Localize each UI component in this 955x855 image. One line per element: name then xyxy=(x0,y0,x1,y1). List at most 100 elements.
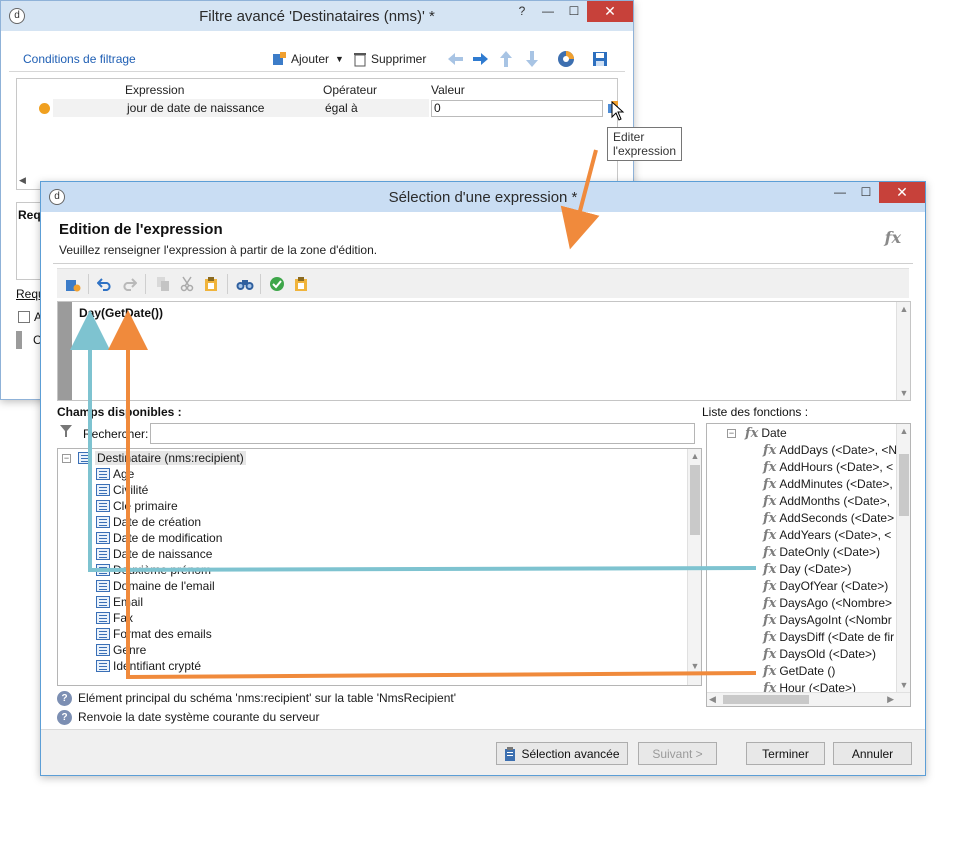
info-schema-text: Elément principal du schéma 'nms:recipie… xyxy=(78,691,456,705)
function-item[interactable]: fx DaysDiff (<Date de fir xyxy=(763,629,894,645)
scroll-down-icon[interactable]: ▼ xyxy=(897,678,910,692)
tree-root[interactable]: − Destinataire (nms:recipient) xyxy=(62,450,246,466)
fx-icon: fx xyxy=(763,612,777,628)
function-item[interactable]: fx DateOnly (<Date>) xyxy=(763,544,880,560)
tree-field-item[interactable]: Fax xyxy=(96,610,133,626)
delete-button[interactable]: Supprimer xyxy=(353,49,426,69)
scroll-up-icon[interactable]: ▲ xyxy=(897,302,911,316)
arrow-left-icon[interactable] xyxy=(446,49,464,69)
tree-field-item[interactable]: Deuxième prénom xyxy=(96,562,211,578)
scroll-up-icon[interactable]: ▲ xyxy=(688,449,701,463)
tree-field-item[interactable]: Domaine de l'email xyxy=(96,578,215,594)
collapse-icon[interactable]: − xyxy=(62,453,71,463)
row-expression[interactable]: jour de date de naissance xyxy=(127,101,264,115)
check-icon[interactable] xyxy=(267,274,287,294)
copy-icon[interactable] xyxy=(153,274,173,294)
tree-field-item[interactable]: Date de modification xyxy=(96,530,222,546)
functions-hscrollbar[interactable]: ◀ ▶ xyxy=(707,692,910,706)
undo-icon[interactable] xyxy=(95,274,115,294)
add-button[interactable]: Ajouter ▼ xyxy=(271,49,344,69)
function-item[interactable]: fx AddMinutes (<Date>, xyxy=(763,476,893,492)
function-item[interactable]: fx GetDate () xyxy=(763,663,835,679)
cancel-button[interactable]: Annuler xyxy=(833,742,912,765)
function-item[interactable]: fx DaysAgoInt (<Nombr xyxy=(763,612,892,628)
binoculars-icon[interactable] xyxy=(235,274,255,294)
function-item[interactable]: fx DaysAgo (<Nombre> xyxy=(763,595,892,611)
scroll-left-icon[interactable]: ◀ xyxy=(709,694,716,705)
expression-code[interactable]: Day(GetDate()) xyxy=(79,306,163,320)
scroll-down-icon[interactable]: ▼ xyxy=(897,386,911,400)
paste-special-icon[interactable] xyxy=(291,274,311,294)
maximize-icon[interactable]: ☐ xyxy=(853,182,879,202)
row-value-input[interactable]: 0 xyxy=(431,100,603,117)
close-icon[interactable]: ✕ xyxy=(879,182,925,203)
tree-field-item[interactable]: Age xyxy=(96,466,134,482)
maximize-icon[interactable]: ☐ xyxy=(561,1,587,21)
function-item[interactable]: fx AddDays (<Date>, <N xyxy=(763,442,897,458)
scroll-right-icon[interactable]: ▶ xyxy=(887,694,894,705)
tree-field-item[interactable]: Date de création xyxy=(96,514,201,530)
tree-field-item[interactable]: Format des emails xyxy=(96,626,212,642)
checkbox[interactable] xyxy=(18,311,30,323)
cursor-icon xyxy=(611,101,625,121)
tree-field-item[interactable]: Clé primaire xyxy=(96,498,178,514)
function-item[interactable]: fx DaysOld (<Date>) xyxy=(763,646,876,662)
arrow-down-icon[interactable] xyxy=(525,49,539,69)
next-button[interactable]: Suivant > xyxy=(638,742,717,765)
arrow-up-icon[interactable] xyxy=(499,49,513,69)
paste-icon[interactable] xyxy=(201,274,221,294)
tree-field-label: Date de modification xyxy=(113,531,223,545)
close-icon[interactable]: ✕ xyxy=(587,1,633,22)
scroll-left-icon[interactable]: ◀ xyxy=(19,175,26,186)
function-item[interactable]: fx AddMonths (<Date>, xyxy=(763,493,890,509)
expression-window: d Sélection d'une expression * — ☐ ✕ Edi… xyxy=(40,181,926,776)
search-input[interactable] xyxy=(150,423,695,444)
scroll-thumb[interactable] xyxy=(723,695,809,704)
function-item[interactable]: fx Day (<Date>) xyxy=(763,561,851,577)
tree-field-label: Civilité xyxy=(113,483,149,497)
arrow-right-icon[interactable] xyxy=(472,49,490,69)
cut-icon[interactable] xyxy=(177,274,197,294)
tree-field-item[interactable]: Date de naissance xyxy=(96,546,212,562)
row-operator[interactable]: égal à xyxy=(325,101,358,115)
tree-field-item[interactable]: Identifiant crypté xyxy=(96,658,201,674)
expression-editor[interactable]: Day(GetDate()) ▲ ▼ xyxy=(57,301,911,401)
save-icon[interactable] xyxy=(592,49,608,69)
scroll-thumb[interactable] xyxy=(899,454,909,516)
scroll-thumb[interactable] xyxy=(690,465,700,535)
chart-icon[interactable] xyxy=(557,49,575,69)
function-item[interactable]: fx AddSeconds (<Date> xyxy=(763,510,894,526)
fx-icon: fx xyxy=(763,544,777,560)
scroll-down-icon[interactable]: ▼ xyxy=(688,659,701,673)
toolbar-separator xyxy=(227,274,228,294)
filter-icon[interactable] xyxy=(59,424,73,441)
help-icon: ? xyxy=(57,690,72,706)
function-item[interactable]: fx AddYears (<Date>, < xyxy=(763,527,891,543)
tree-scrollbar[interactable]: ▲ ▼ xyxy=(687,449,701,685)
finish-button[interactable]: Terminer xyxy=(746,742,825,765)
insert-field-icon[interactable] xyxy=(63,274,83,294)
tree-field-label: Clé primaire xyxy=(113,499,178,513)
fx-icon: fx xyxy=(763,510,777,526)
minimize-icon[interactable]: — xyxy=(535,1,561,21)
expression-window-title: Sélection d'une expression * xyxy=(388,188,578,206)
function-group[interactable]: − fx Date xyxy=(727,425,787,441)
tree-field-item[interactable]: Civilité xyxy=(96,482,148,498)
function-item[interactable]: fx AddHours (<Date>, < xyxy=(763,459,893,475)
help-icon[interactable]: ? xyxy=(509,1,535,21)
advanced-selection-label: Sélection avancée xyxy=(521,746,620,761)
functions-scrollbar[interactable]: ▲ ▼ xyxy=(896,424,910,692)
function-item[interactable]: fx DayOfYear (<Date>) xyxy=(763,578,888,594)
redo-icon[interactable] xyxy=(119,274,139,294)
tree-field-item[interactable]: Genre xyxy=(96,642,146,658)
scroll-up-icon[interactable]: ▲ xyxy=(897,424,910,438)
minimize-icon[interactable]: — xyxy=(827,182,853,202)
editor-scrollbar[interactable]: ▲ ▼ xyxy=(896,302,910,400)
function-label: AddMonths (<Date>, xyxy=(779,494,891,508)
tree-field-item[interactable]: Email xyxy=(96,594,143,610)
collapse-icon[interactable]: − xyxy=(727,428,736,438)
function-label: DaysAgoInt (<Nombr xyxy=(779,613,892,627)
filter-row[interactable]: jour de date de naissance égal à 0 xyxy=(17,99,618,117)
advanced-selection-button[interactable]: Sélection avancée xyxy=(496,742,628,765)
chevron-down-icon[interactable]: ▼ xyxy=(335,54,344,64)
